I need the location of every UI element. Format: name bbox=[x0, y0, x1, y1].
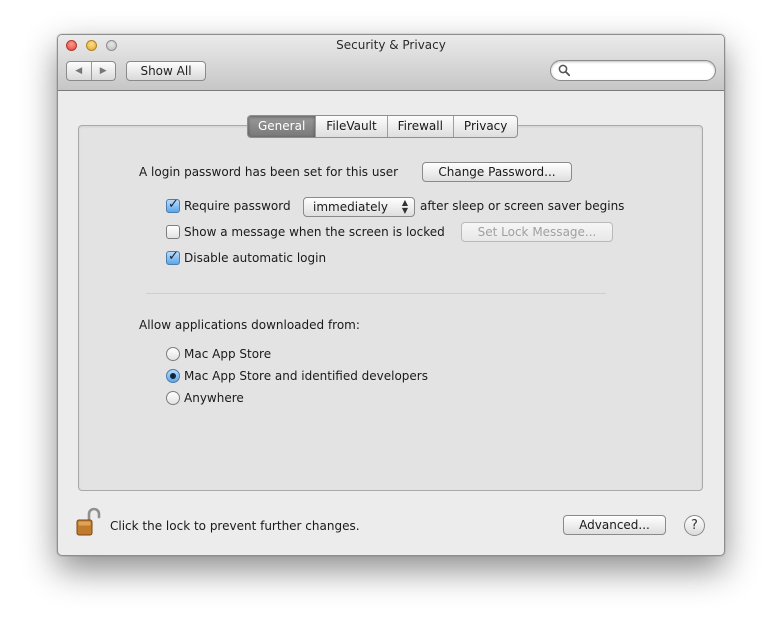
radio-mac-app-store-identified[interactable] bbox=[166, 369, 180, 383]
search-icon bbox=[558, 64, 571, 77]
password-status-text: A login password has been set for this u… bbox=[139, 165, 399, 179]
tab-firewall[interactable]: Firewall bbox=[386, 116, 453, 137]
disable-auto-login-checkbox[interactable]: ✓ bbox=[166, 249, 180, 265]
require-password-checkbox[interactable]: ✓ bbox=[166, 197, 180, 213]
tab-privacy[interactable]: Privacy bbox=[452, 116, 517, 137]
tab-content-panel bbox=[78, 125, 703, 491]
show-message-checkbox[interactable] bbox=[166, 225, 180, 239]
require-password-delay-value: immediately bbox=[313, 200, 388, 214]
show-message-label: Show a message when the screen is locked bbox=[184, 225, 445, 239]
radio-label-anywhere: Anywhere bbox=[184, 391, 244, 405]
radio-mac-app-store[interactable] bbox=[166, 347, 180, 361]
require-password-suffix: after sleep or screen saver begins bbox=[420, 199, 625, 213]
checkmark-icon: ✓ bbox=[168, 197, 179, 212]
allow-apps-heading: Allow applications downloaded from: bbox=[139, 318, 360, 332]
unlocked-padlock-icon[interactable] bbox=[76, 507, 102, 537]
title-bar: Security & Privacy ◀ ▶ Show All bbox=[58, 35, 724, 91]
radio-label-mac-app-store-identified: Mac App Store and identified developers bbox=[184, 369, 428, 383]
change-password-button[interactable]: Change Password... bbox=[422, 162, 572, 182]
section-divider bbox=[146, 293, 606, 294]
lock-hint-text: Click the lock to prevent further change… bbox=[110, 519, 360, 533]
disable-auto-login-label: Disable automatic login bbox=[184, 251, 327, 265]
set-lock-message-button[interactable]: Set Lock Message... bbox=[461, 222, 613, 242]
radio-anywhere[interactable] bbox=[166, 391, 180, 405]
tab-general[interactable]: General bbox=[248, 116, 316, 137]
forward-arrow-icon[interactable]: ▶ bbox=[90, 62, 116, 80]
show-all-button[interactable]: Show All bbox=[126, 61, 206, 81]
require-password-delay-select[interactable]: immediately ▲ ▼ bbox=[303, 197, 415, 217]
updown-arrows-icon: ▲ ▼ bbox=[401, 198, 408, 215]
radio-selected-dot bbox=[170, 373, 176, 379]
checkmark-icon: ✓ bbox=[168, 249, 179, 264]
radio-label-mac-app-store: Mac App Store bbox=[184, 347, 272, 361]
window-title: Security & Privacy bbox=[336, 38, 446, 52]
help-button[interactable]: ? bbox=[684, 515, 705, 536]
tab-filevault[interactable]: FileVault bbox=[315, 116, 386, 137]
search-input[interactable] bbox=[573, 62, 709, 79]
security-privacy-window: Security & Privacy ◀ ▶ Show All General … bbox=[57, 34, 725, 556]
search-field[interactable] bbox=[550, 60, 716, 81]
tab-bar: General FileVault Firewall Privacy bbox=[247, 115, 519, 138]
advanced-button[interactable]: Advanced... bbox=[563, 515, 666, 535]
back-arrow-icon[interactable]: ◀ bbox=[67, 62, 91, 80]
require-password-label: Require password bbox=[184, 199, 291, 213]
back-forward-buttons: ◀ ▶ bbox=[66, 61, 116, 81]
